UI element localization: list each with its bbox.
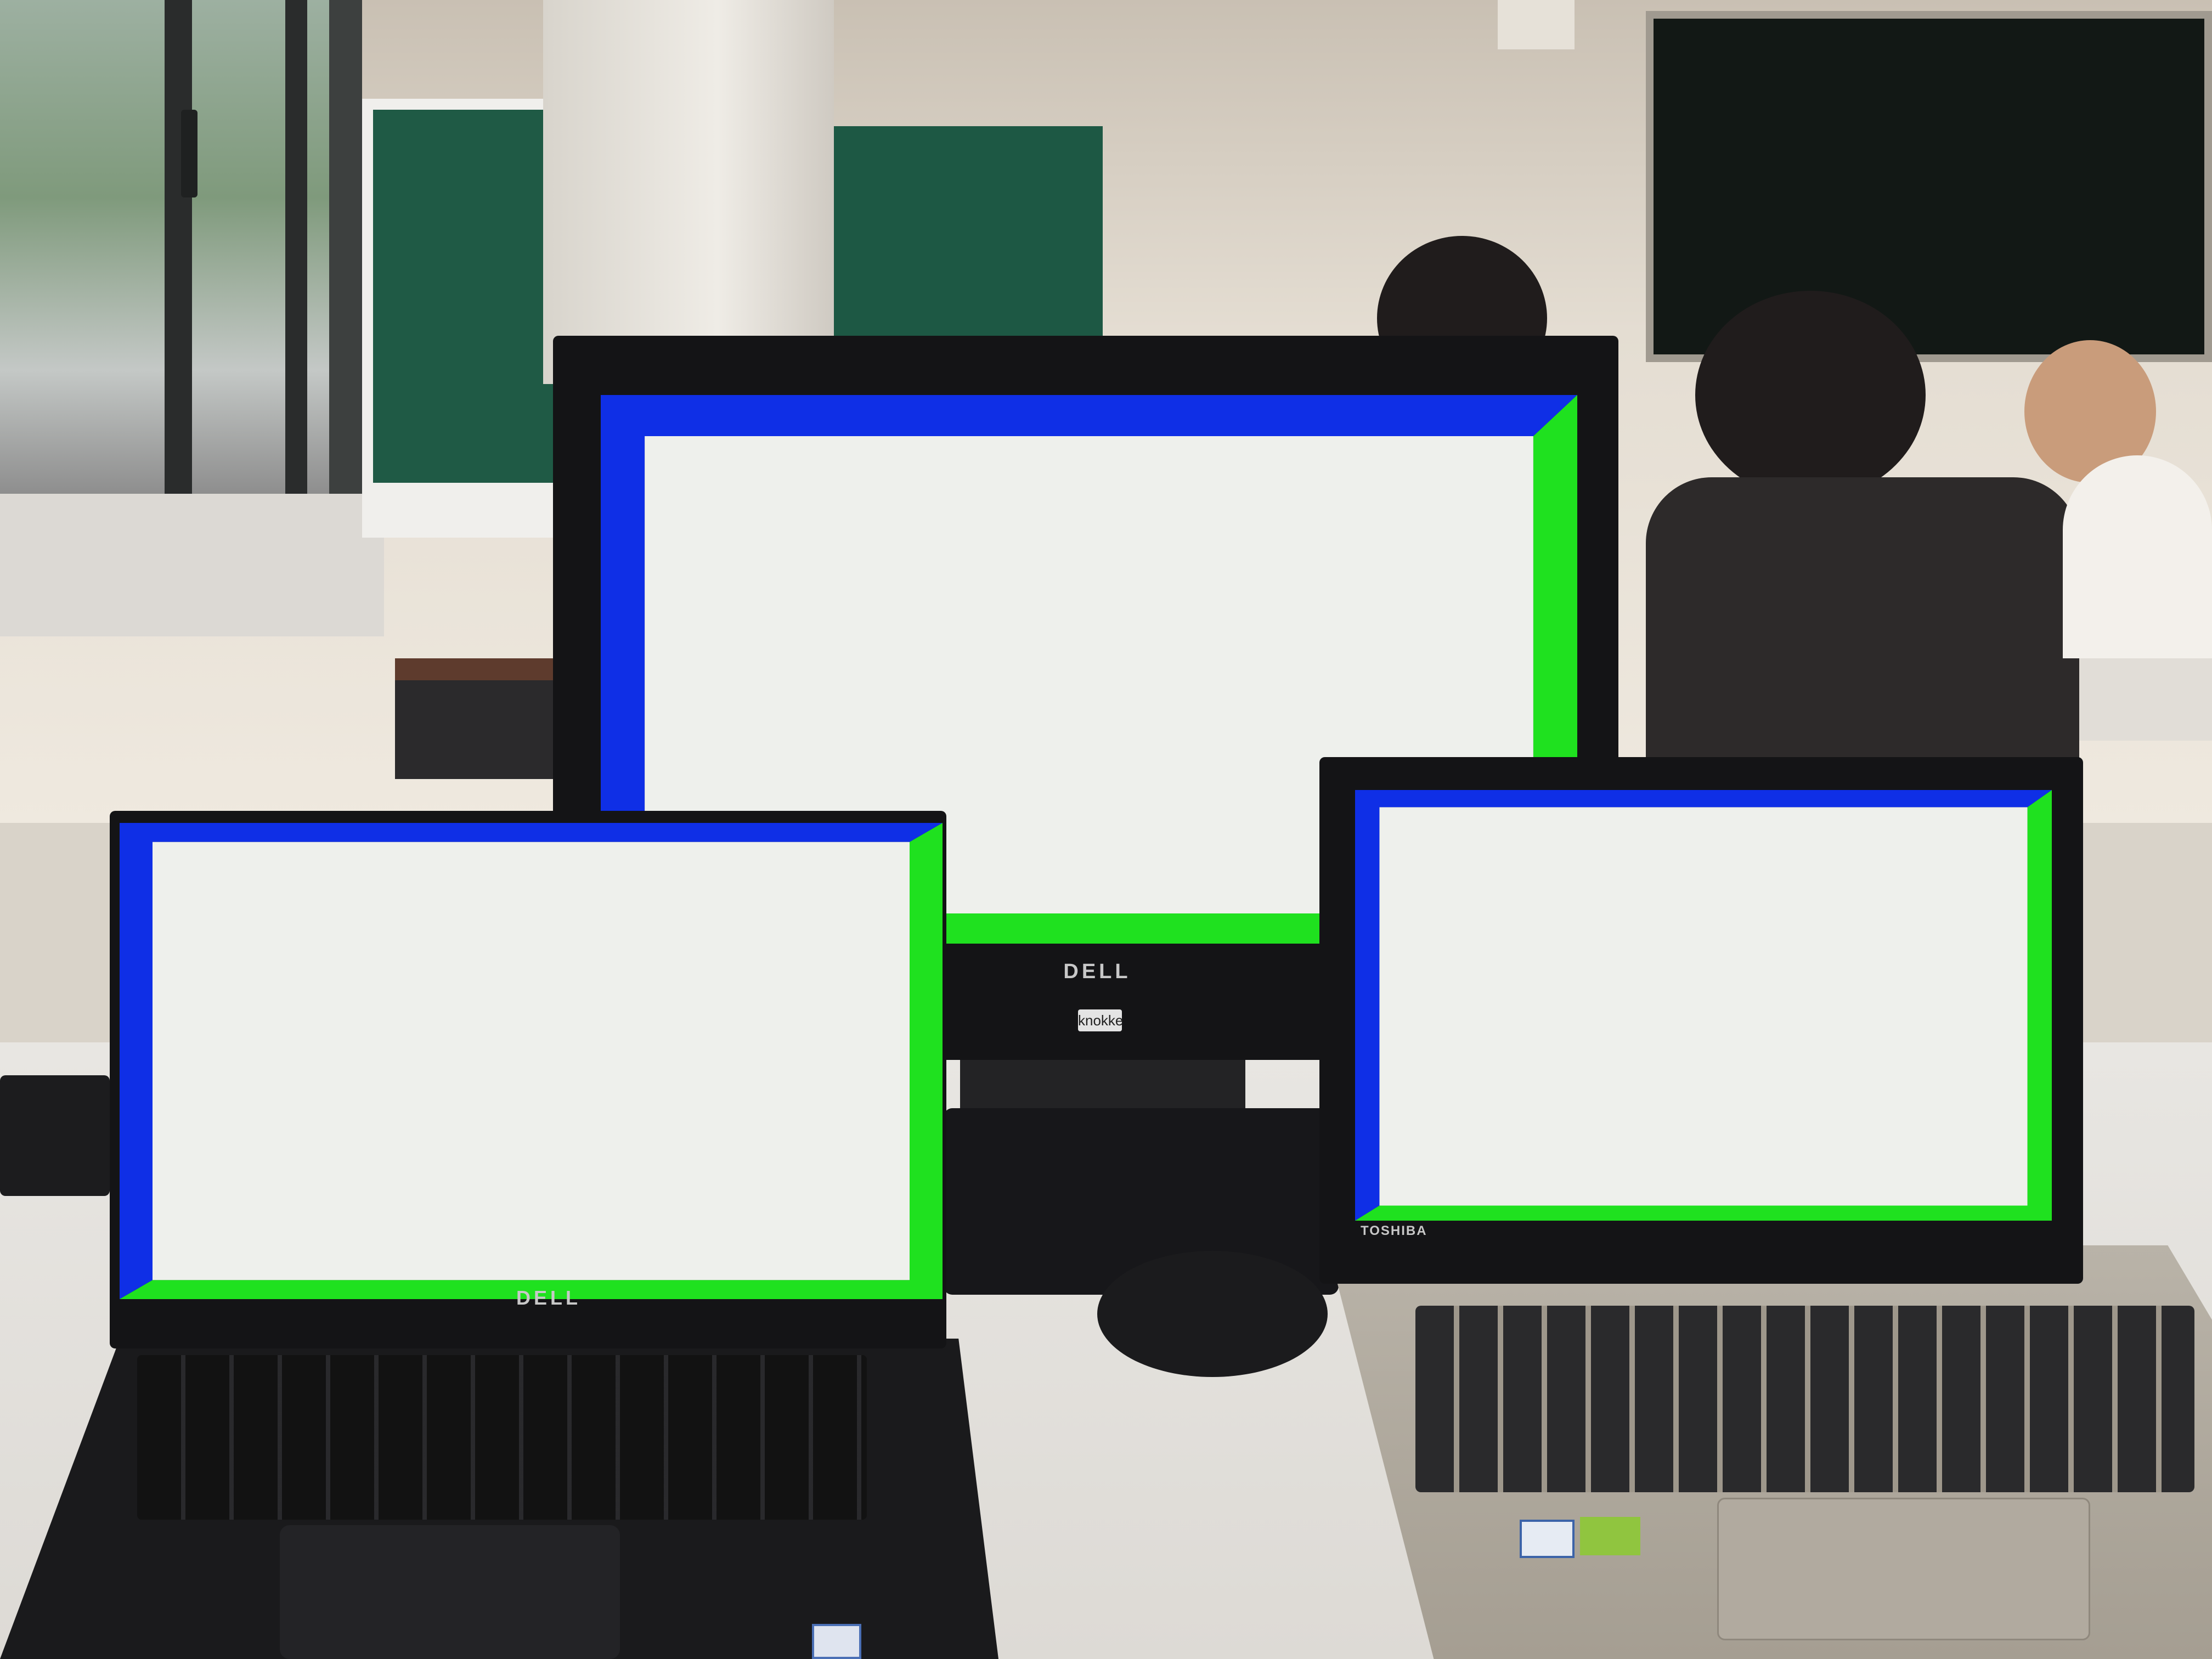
monitor-brand-logo: DELL [1063, 960, 1131, 983]
left-laptop-test-pattern [120, 823, 943, 1299]
keyboard-partial-left [0, 1075, 110, 1196]
concrete-pillar [543, 0, 834, 384]
right-laptop-sticker-nvidia [1580, 1517, 1640, 1555]
window-handle [181, 110, 198, 198]
left-laptop-brand-logo: DELL [516, 1286, 581, 1309]
green-chalkboard-middle [834, 126, 1103, 346]
dark-chalkboard-right [1646, 11, 2212, 362]
back-desk-top [395, 658, 571, 680]
window-sill [0, 494, 384, 636]
right-laptop-test-pattern [1355, 790, 2052, 1221]
right-laptop-touchpad[interactable] [1717, 1498, 2090, 1640]
right-laptop-screen [1355, 790, 2052, 1221]
test-pattern-interior [1379, 807, 2028, 1206]
person-body-white-shirt [2063, 455, 2212, 658]
right-laptop-brand-logo: TOSHIBA [1361, 1223, 1427, 1238]
window-frame [285, 0, 307, 494]
test-pattern-interior [153, 842, 910, 1280]
left-laptop-touchpad[interactable] [280, 1525, 620, 1659]
left-laptop-screen [120, 823, 943, 1299]
right-laptop-sticker-intel [1520, 1520, 1575, 1558]
person-head-dark [1695, 291, 1926, 499]
green-chalkboard-left [373, 110, 560, 483]
left-laptop-keyboard[interactable] [137, 1355, 867, 1520]
window [0, 0, 362, 549]
wall-speaker [1498, 0, 1575, 49]
window-frame [165, 0, 192, 494]
left-laptop-sticker [812, 1624, 861, 1659]
side-desk [2063, 647, 2212, 741]
right-laptop-keyboard[interactable] [1415, 1306, 2194, 1492]
mouse[interactable] [1097, 1251, 1328, 1377]
monitor-name-tag: knokke [1078, 1009, 1123, 1031]
